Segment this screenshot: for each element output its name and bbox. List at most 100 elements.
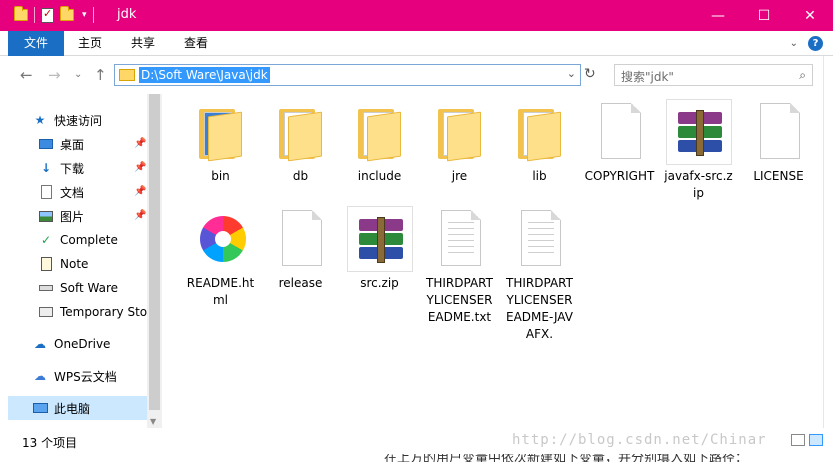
minimize-button[interactable]: — [695,0,741,31]
file-list-scrollbar[interactable] [823,56,833,428]
navigation-pane: ★ 快速访问 桌面 📌 ↓ 下载 📌 文档 📌 图片 📌 ✓ Complete … [0,94,162,428]
document-icon [38,185,54,199]
check-icon: ✓ [40,233,52,247]
cloud-icon: ☁ [34,337,46,351]
file-icon [281,210,322,266]
file-name: THIRDPARTYLICENSEREADME.txt [426,276,493,324]
file-item-license[interactable]: LICENSE [741,99,816,185]
sidebar-item-complete[interactable]: ✓ Complete [38,228,147,252]
winrar-icon [677,110,722,156]
computer-icon [32,401,48,415]
background-window-text: 在上方的用户变量中依次新建如下变量，并分别填入如下路径： [0,454,833,462]
sidebar-item-label: Soft Ware [60,281,118,295]
sidebar-item-soft-ware[interactable]: Soft Ware [38,276,147,300]
refresh-icon[interactable]: ↻ [584,66,596,82]
scrollbar-thumb[interactable] [149,94,160,410]
file-item-bin[interactable]: bin [183,99,258,185]
maximize-button[interactable]: ☐ [741,0,787,31]
sidebar-item-wps-cloud[interactable]: ☁ WPS云文档 [32,364,147,388]
pin-icon[interactable]: 📌 [134,210,146,221]
sidebar-item-label: 图片 [60,209,85,224]
desktop-icon [38,137,54,151]
star-icon: ★ [34,113,46,127]
search-icon[interactable]: ⌕ [799,68,806,83]
sidebar-item-note[interactable]: Note [38,252,147,276]
file-item-copyright[interactable]: COPYRIGHT [582,99,657,185]
sidebar-item-downloads[interactable]: ↓ 下载 [38,156,147,180]
close-button[interactable]: ✕ [787,0,833,31]
pin-icon[interactable]: 📌 [134,162,146,173]
text-file-icon [520,210,561,266]
file-item-thirdparty-readme-javafx[interactable]: THIRDPARTYLICENSEREADME-JAVAFX. [502,206,577,343]
pin-icon[interactable]: 📌 [134,138,146,149]
divider [92,7,94,23]
file-name: THIRDPARTYLICENSEREADME-JAVAFX. [506,276,573,341]
large-icons-view-icon[interactable] [809,434,823,446]
address-bar[interactable]: D:\Soft Ware\Java\jdk ⌄ [114,64,581,86]
html-file-icon [199,216,246,262]
divider [34,7,35,23]
file-name: README.html [186,276,255,307]
quick-access-toolbar: ▾ [14,6,94,23]
sidebar-item-onedrive[interactable]: ☁ OneDrive [32,332,147,356]
tab-home[interactable]: 主页 [64,31,116,56]
sidebar-scrollbar[interactable]: ▲ ▼ [147,94,162,428]
item-count: 13 个项目 [22,436,78,450]
folder-icon [198,109,243,162]
sidebar-item-temporary-storage[interactable]: Temporary Sto [38,300,147,324]
properties-icon[interactable] [41,7,54,23]
sidebar-item-pictures[interactable]: 图片 [38,204,147,228]
file-item-src-zip[interactable]: src.zip [342,206,417,292]
sidebar-item-label: OneDrive [54,337,111,351]
sidebar-item-label: Complete [60,233,118,247]
pin-icon[interactable]: 📌 [134,186,146,197]
forward-arrow-icon[interactable]: → [48,66,61,84]
file-name: lib [532,169,547,183]
tab-view[interactable]: 查看 [170,31,222,56]
file-item-lib[interactable]: lib [502,99,577,185]
chevron-down-icon[interactable]: ⌄ [790,38,798,49]
file-item-release[interactable]: release [263,206,338,292]
address-input[interactable]: D:\Soft Ware\Java\jdk [139,67,270,83]
file-name: LICENSE [753,169,804,183]
chevron-down-icon[interactable]: ▾ [82,10,87,20]
picture-icon [38,209,54,223]
file-item-jre[interactable]: jre [422,99,497,185]
sidebar-item-label: Temporary Sto [60,305,147,319]
recent-chevron-icon[interactable]: ⌄ [74,69,82,80]
download-icon: ↓ [40,161,52,175]
file-item-include[interactable]: include [342,99,417,185]
tab-share[interactable]: 共享 [117,31,169,56]
details-view-icon[interactable] [791,434,805,446]
file-name: bin [211,169,230,183]
up-arrow-icon[interactable]: ↑ [94,66,107,84]
search-placeholder: 搜索"jdk" [621,70,674,84]
file-list: bin db include jre lib COPYRIGHT javafx-… [163,94,823,428]
help-icon[interactable]: ? [808,36,823,51]
drive-icon [38,281,54,295]
chevron-down-icon[interactable]: ⌄ [567,67,576,80]
folder-icon [119,69,135,81]
folder-icon [517,109,562,162]
file-name: include [357,169,402,183]
sidebar-item-desktop[interactable]: 桌面 [38,132,147,156]
new-folder-icon[interactable] [60,6,74,21]
sidebar-item-this-pc[interactable]: 此电脑 [8,396,147,420]
window-title: jdk [117,7,137,22]
file-item-thirdparty-readme-txt[interactable]: THIRDPARTYLICENSEREADME.txt [422,206,497,326]
sidebar-item-label: Note [60,257,89,271]
title-bar: ▾ jdk — ☐ ✕ [0,0,833,31]
search-input[interactable]: 搜索"jdk" ⌕ [614,64,813,86]
folder-icon [278,109,323,162]
file-item-db[interactable]: db [263,99,338,185]
file-item-readme-html[interactable]: README.html [183,206,258,309]
file-item-javafx-src-zip[interactable]: javafx-src.zip [661,99,736,202]
tab-file[interactable]: 文件 [8,31,65,56]
ribbon-tabs: 文件 主页 共享 查看 ⌄ ? [0,31,833,56]
file-icon [600,103,641,159]
navigation-bar: ← → ⌄ ↑ D:\Soft Ware\Java\jdk ⌄ ↻ 搜索"jdk… [0,56,833,94]
sidebar-item-documents[interactable]: 文档 [38,180,147,204]
scroll-down-icon[interactable]: ▼ [150,417,156,426]
file-name: javafx-src.zip [664,169,733,200]
back-arrow-icon[interactable]: ← [20,66,33,84]
